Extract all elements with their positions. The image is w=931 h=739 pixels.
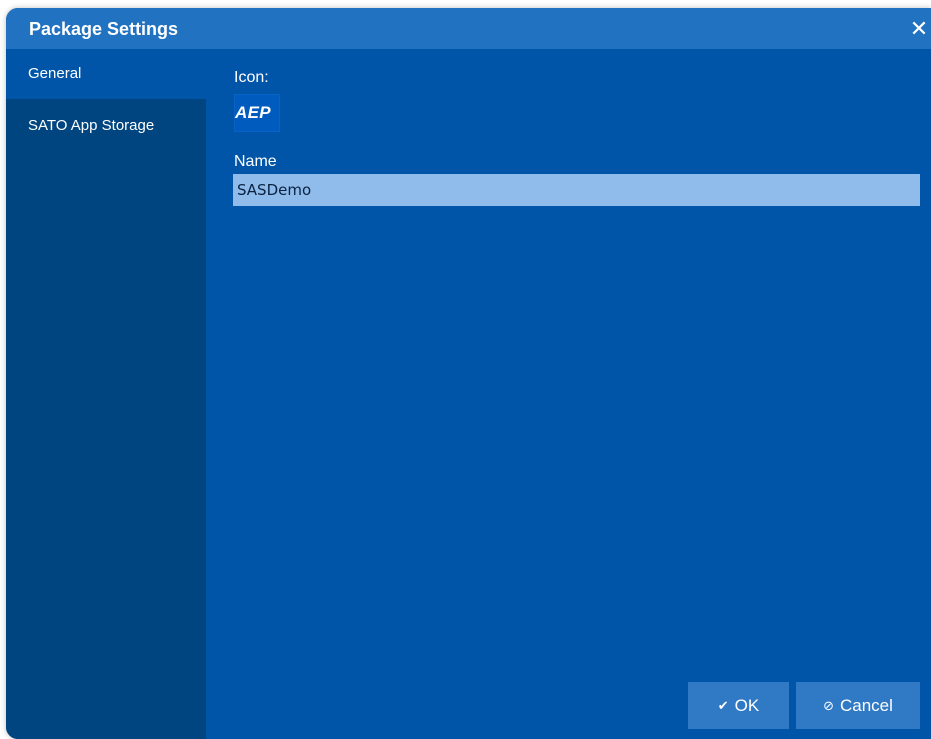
sidebar-item-label: SATO App Storage (28, 117, 155, 134)
sidebar-item-general[interactable]: General (6, 49, 206, 99)
package-icon[interactable]: AEP (234, 94, 280, 132)
name-input[interactable] (233, 174, 920, 206)
dialog-titlebar: Package Settings ✕ (6, 8, 931, 49)
package-settings-dialog: Package Settings ✕ General SATO App Stor… (6, 8, 931, 739)
ok-button[interactable]: ✔ OK (688, 682, 789, 729)
cancel-icon: ⊘ (823, 698, 834, 713)
dialog-title: Package Settings (29, 19, 179, 39)
sidebar-item-sato-app-storage[interactable]: SATO App Storage (6, 101, 206, 151)
close-icon[interactable]: ✕ (907, 14, 931, 44)
name-label: Name (234, 153, 277, 170)
cancel-button-label: Cancel (839, 696, 893, 715)
package-icon-text: AEP (235, 103, 271, 122)
check-icon: ✔ (717, 698, 729, 713)
settings-sidebar: General SATO App Storage (6, 49, 206, 739)
general-settings-panel: Icon: AEP Name ✔ OK ⊘ Cancel (206, 49, 931, 739)
sidebar-item-label: General (28, 65, 82, 82)
ok-button-label: OK (734, 696, 760, 715)
cancel-button[interactable]: ⊘ Cancel (796, 682, 920, 729)
icon-label: Icon: (234, 69, 269, 86)
